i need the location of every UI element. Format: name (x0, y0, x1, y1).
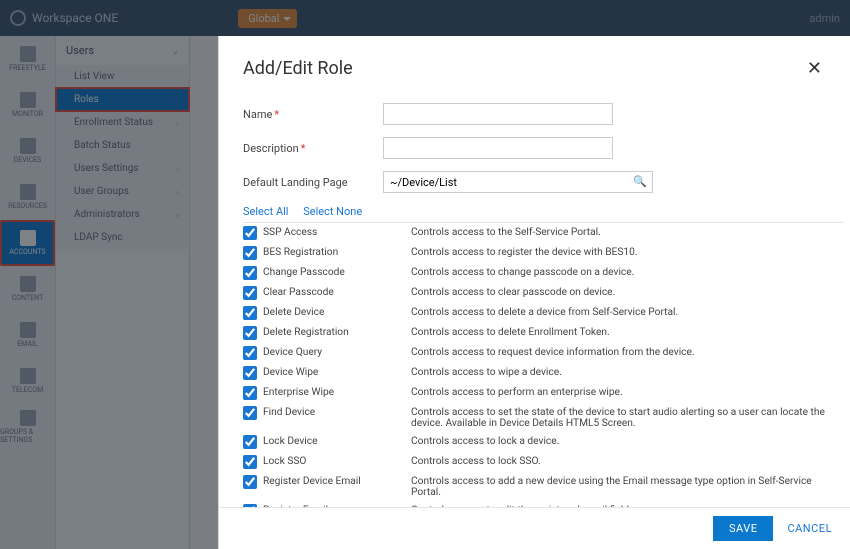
permission-desc: Controls access to wipe a device. (411, 366, 844, 378)
permission-name: Device Query (263, 346, 411, 358)
permission-list: SSP AccessControls access to the Self-Se… (243, 222, 844, 507)
save-button[interactable]: SAVE (713, 516, 774, 541)
permission-desc: Controls access to delete Enrollment Tok… (411, 326, 844, 338)
description-label: Description* (243, 142, 383, 155)
permission-row: Lock SSOControls access to lock SSO. (243, 452, 844, 472)
permission-row: Device WipeControls access to wipe a dev… (243, 363, 844, 383)
permission-desc: Controls access to lock SSO. (411, 455, 844, 467)
permission-desc: Controls access to perform an enterprise… (411, 386, 844, 398)
permission-name: Enterprise Wipe (263, 386, 411, 398)
permission-name: Change Passcode (263, 266, 411, 278)
permission-row: Device QueryControls access to request d… (243, 343, 844, 363)
permission-desc: Controls access to request device inform… (411, 346, 844, 358)
permission-desc: Controls access to clear passcode on dev… (411, 286, 844, 298)
permission-name: Delete Device (263, 306, 411, 318)
permission-row: Change PasscodeControls access to change… (243, 263, 844, 283)
permission-row: Delete DeviceControls access to delete a… (243, 303, 844, 323)
permission-desc: Controls access to delete a device from … (411, 306, 844, 318)
permission-row: Register Device EmailControls access to … (243, 472, 844, 501)
permission-row: Enterprise WipeControls access to perfor… (243, 383, 844, 403)
permission-row: Clear PasscodeControls access to clear p… (243, 283, 844, 303)
permission-name: Find Device (263, 406, 411, 418)
name-label: Name* (243, 108, 383, 121)
permission-row: Lock DeviceControls access to lock a dev… (243, 432, 844, 452)
permission-checkbox[interactable] (243, 475, 257, 489)
permission-checkbox[interactable] (243, 406, 257, 420)
close-button[interactable]: ✕ (803, 54, 826, 83)
permission-checkbox[interactable] (243, 435, 257, 449)
permission-desc: Controls access to the Self-Service Port… (411, 226, 844, 238)
permission-name: BES Registration (263, 246, 411, 258)
permission-desc: Controls access to add a new device usin… (411, 475, 844, 498)
permission-row: BES RegistrationControls access to regis… (243, 243, 844, 263)
permission-row: Find DeviceControls access to set the st… (243, 403, 844, 432)
permission-checkbox[interactable] (243, 246, 257, 260)
permission-desc: Controls access to lock a device. (411, 435, 844, 447)
select-all-link[interactable]: Select All (243, 205, 288, 218)
permission-checkbox[interactable] (243, 226, 257, 240)
permission-checkbox[interactable] (243, 366, 257, 380)
description-input[interactable] (383, 137, 613, 159)
permission-desc: Controls access to register the device w… (411, 246, 844, 258)
permission-name: Lock SSO (263, 455, 411, 467)
cancel-button[interactable]: CANCEL (787, 522, 832, 535)
permission-checkbox[interactable] (243, 306, 257, 320)
permission-name: Register Device Email (263, 475, 411, 487)
landing-page-label: Default Landing Page (243, 176, 383, 189)
permission-name: Clear Passcode (263, 286, 411, 298)
permission-name: SSP Access (263, 226, 411, 238)
add-edit-role-modal: Add/Edit Role ✕ Name* Description* Defau… (218, 36, 850, 549)
modal-title: Add/Edit Role (243, 58, 353, 79)
permission-name: Lock Device (263, 435, 411, 447)
name-input[interactable] (383, 103, 613, 125)
permission-checkbox[interactable] (243, 455, 257, 469)
permission-desc: Controls access to change passcode on a … (411, 266, 844, 278)
landing-page-input[interactable] (383, 171, 653, 193)
permission-checkbox[interactable] (243, 386, 257, 400)
select-none-link[interactable]: Select None (303, 205, 362, 218)
permission-row: SSP AccessControls access to the Self-Se… (243, 223, 844, 243)
permission-row: Delete RegistrationControls access to de… (243, 323, 844, 343)
permission-name: Delete Registration (263, 326, 411, 338)
permission-desc: Controls access to set the state of the … (411, 406, 844, 429)
permission-name: Device Wipe (263, 366, 411, 378)
permission-checkbox[interactable] (243, 326, 257, 340)
permission-checkbox[interactable] (243, 286, 257, 300)
close-icon: ✕ (807, 58, 822, 79)
permission-checkbox[interactable] (243, 346, 257, 360)
permission-checkbox[interactable] (243, 266, 257, 280)
